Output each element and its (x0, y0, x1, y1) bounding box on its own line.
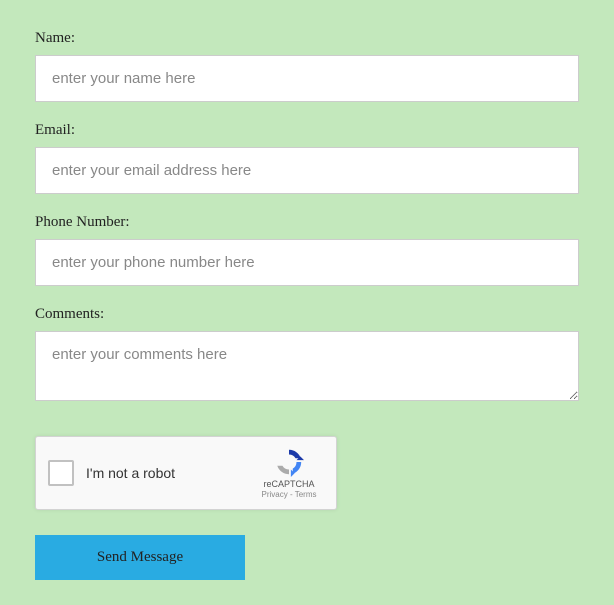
name-input[interactable] (35, 55, 579, 102)
email-label: Email: (35, 122, 579, 139)
phone-label: Phone Number: (35, 214, 579, 231)
name-label: Name: (35, 30, 579, 47)
contact-form: Name: Email: Phone Number: Comments: I'm… (35, 30, 579, 580)
phone-input[interactable] (35, 239, 579, 286)
email-input[interactable] (35, 147, 579, 194)
email-group: Email: (35, 122, 579, 194)
recaptcha-checkbox[interactable] (48, 460, 74, 486)
recaptcha-links[interactable]: Privacy - Terms (262, 490, 317, 499)
recaptcha-icon (274, 447, 304, 477)
comments-textarea[interactable] (35, 331, 579, 401)
name-group: Name: (35, 30, 579, 102)
recaptcha-label: I'm not a robot (86, 465, 254, 481)
comments-group: Comments: (35, 306, 579, 406)
comments-label: Comments: (35, 306, 579, 323)
phone-group: Phone Number: (35, 214, 579, 286)
recaptcha-logo: reCAPTCHA Privacy - Terms (254, 447, 324, 500)
send-message-button[interactable]: Send Message (35, 535, 245, 580)
recaptcha-widget: I'm not a robot reCAPTCHA Privacy - Term… (35, 436, 337, 510)
recaptcha-brand: reCAPTCHA (263, 479, 314, 491)
